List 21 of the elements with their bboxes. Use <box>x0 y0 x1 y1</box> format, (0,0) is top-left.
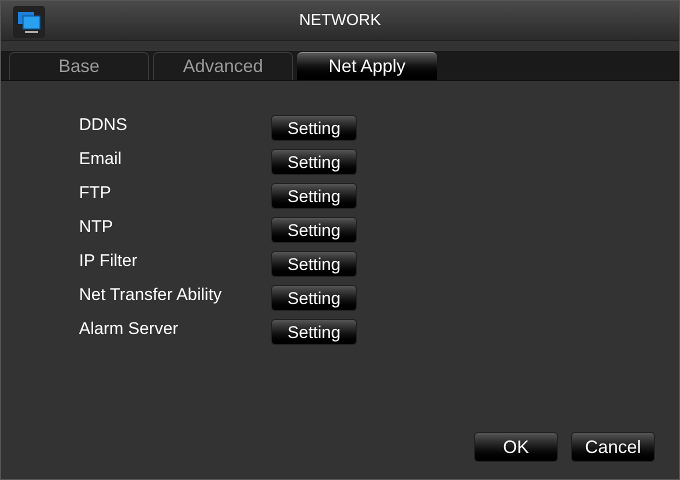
service-label: FTP <box>79 182 112 204</box>
ok-button[interactable]: OK <box>474 432 558 462</box>
setting-button[interactable]: Setting <box>271 217 357 243</box>
tab[interactable]: Advanced <box>153 52 293 80</box>
service-label: Alarm Server <box>79 318 180 340</box>
tab[interactable]: Net Apply <box>297 52 437 80</box>
service-label: Email <box>79 148 123 170</box>
window-title: NETWORK <box>299 10 381 30</box>
service-label: Net Transfer Ability <box>79 284 223 306</box>
monitors-icon <box>13 6 45 38</box>
setting-button[interactable]: Setting <box>271 285 357 311</box>
tab[interactable]: Base <box>9 52 149 80</box>
service-label: NTP <box>79 216 114 238</box>
cancel-button[interactable]: Cancel <box>571 432 655 462</box>
setting-button[interactable]: Setting <box>271 183 357 209</box>
service-label: DDNS <box>79 114 128 136</box>
setting-button[interactable]: Setting <box>271 115 357 141</box>
setting-button[interactable]: Setting <box>271 251 357 277</box>
service-label: IP Filter <box>79 250 138 272</box>
setting-button[interactable]: Setting <box>271 319 357 345</box>
setting-button[interactable]: Setting <box>271 149 357 175</box>
